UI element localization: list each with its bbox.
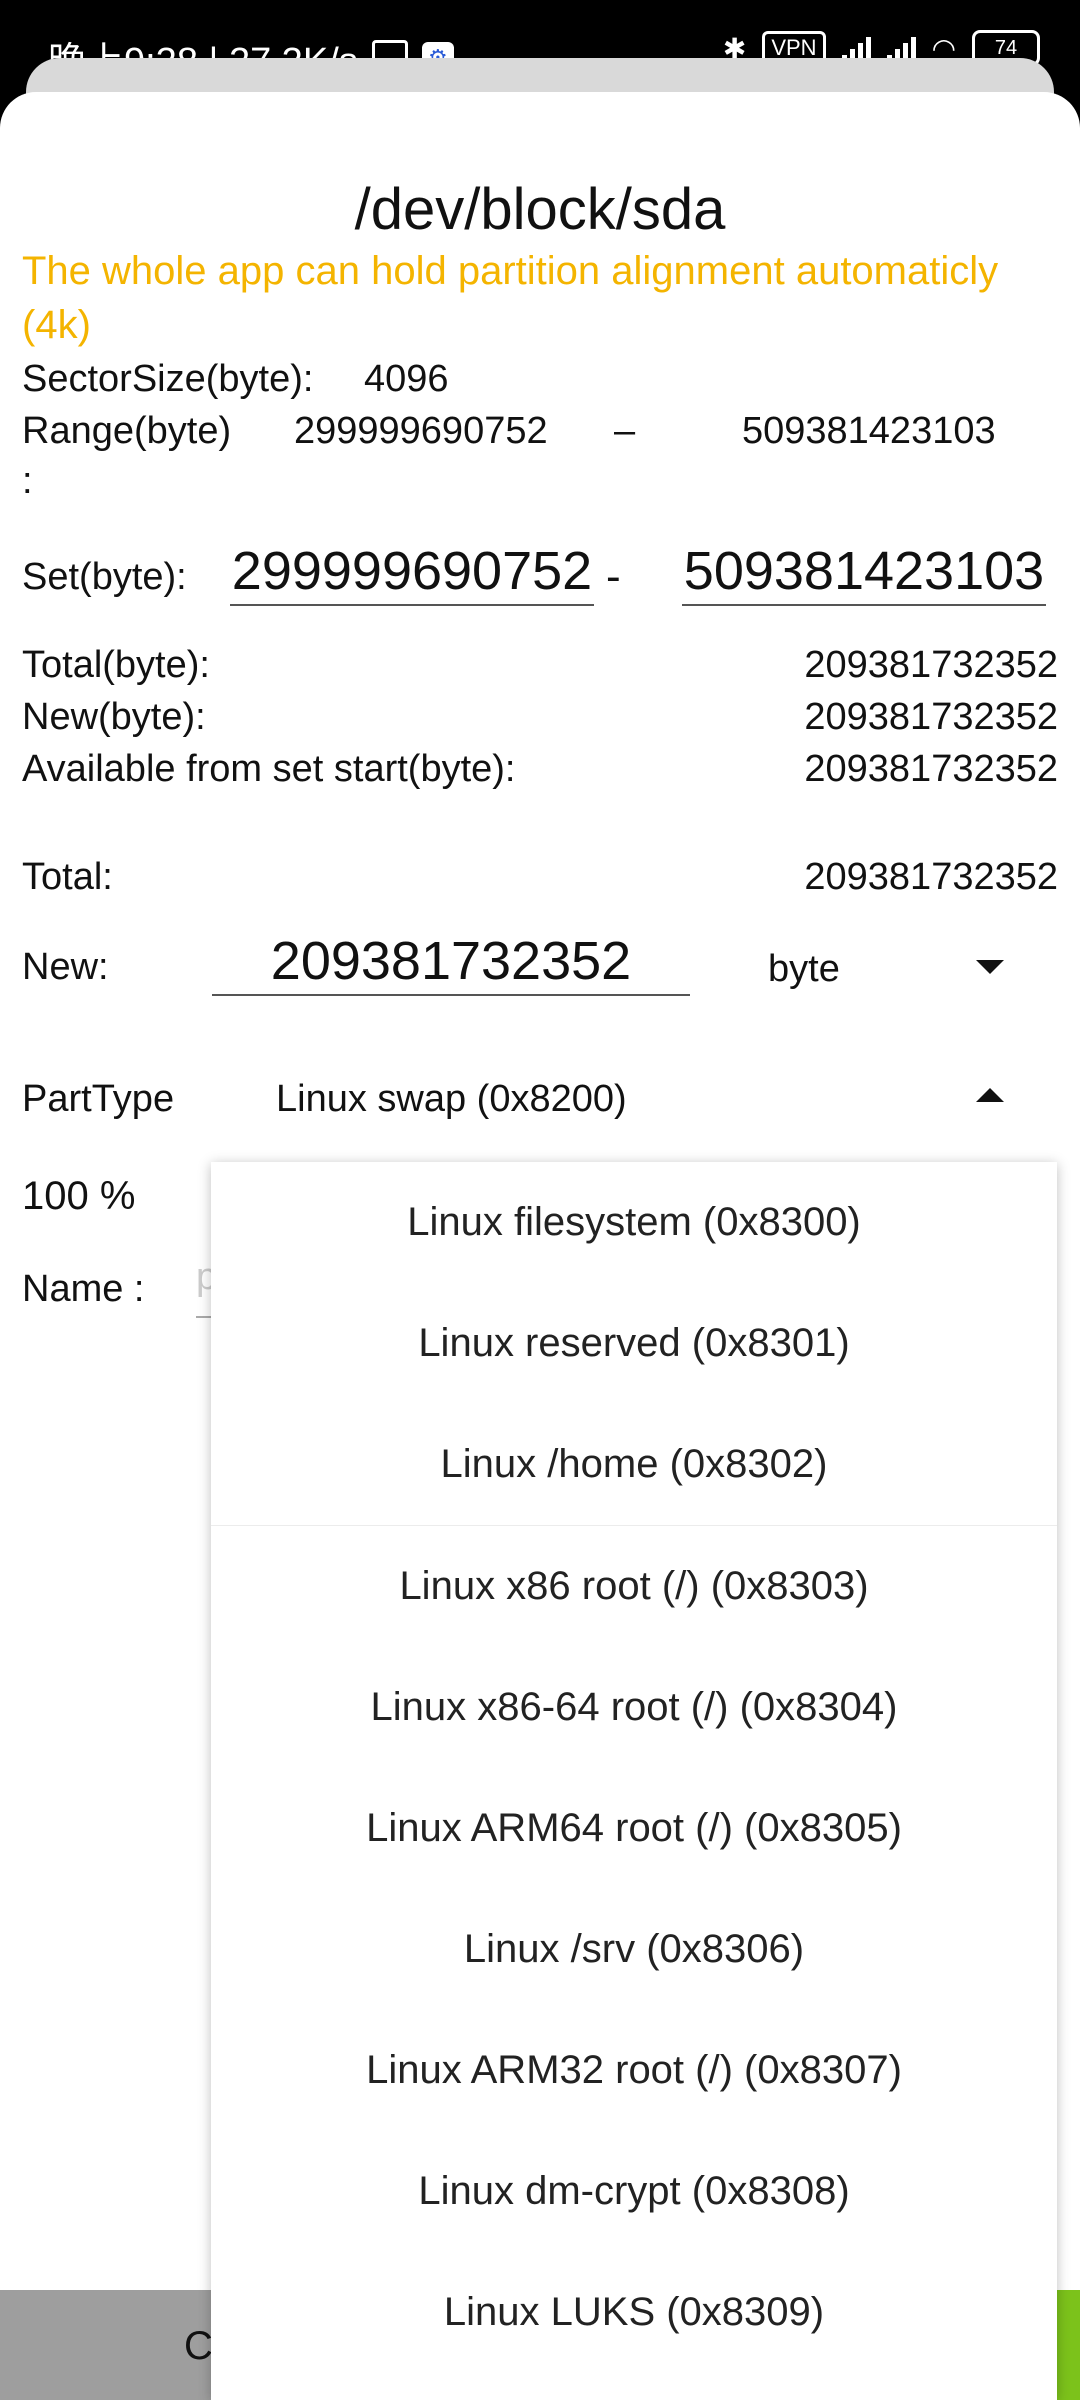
parttype-select[interactable]: Linux swap (0x8200): [260, 1060, 1030, 1136]
range-start: 299999690752: [294, 410, 548, 452]
parttype-selected: Linux swap (0x8200): [276, 1078, 627, 1120]
unit-selected: byte: [768, 948, 840, 990]
dropdown-option[interactable]: Linux ARM32 root (/) (0x8307): [211, 2010, 1057, 2131]
dropdown-option[interactable]: Linux LUKS (0x8309): [211, 2252, 1057, 2373]
unit-select[interactable]: byte: [740, 930, 1020, 1000]
dropdown-option[interactable]: Linux x86-64 root (/) (0x8304): [211, 1647, 1057, 1768]
total-value: 209381732352: [804, 856, 1058, 898]
total-byte-value: 209381732352: [804, 644, 1058, 686]
range-colon: :: [22, 460, 33, 502]
dropdown-option[interactable]: Linux /srv (0x8306): [211, 1889, 1057, 2010]
confirm-button-edge[interactable]: [1054, 2290, 1080, 2400]
sector-size-label: SectorSize(byte):: [22, 358, 314, 400]
new-label: New:: [22, 946, 109, 988]
sector-size-value: 4096: [364, 358, 449, 400]
dialog-title: /dev/block/sda: [354, 177, 726, 242]
chevron-down-icon: [976, 960, 1004, 974]
dropdown-option[interactable]: Linux ARM64 root (/) (0x8305): [211, 1768, 1057, 1889]
set-dash: -: [606, 552, 621, 601]
dropdown-option[interactable]: Linux filesystem (0x8300): [211, 1162, 1057, 1283]
cancel-button[interactable]: C: [184, 2324, 213, 2369]
total-byte-label: Total(byte):: [22, 644, 210, 686]
available-value: 209381732352: [804, 748, 1058, 790]
dropdown-option[interactable]: Linux dm-crypt (0x8308): [211, 2131, 1057, 2252]
parttype-dropdown: Linux filesystem (0x8300) Linux reserved…: [211, 1162, 1057, 2400]
parttype-label: PartType: [22, 1078, 175, 1120]
name-label: Name :: [22, 1268, 145, 1310]
range-dash: –: [614, 410, 636, 452]
set-start-input[interactable]: 299999690752: [230, 538, 594, 606]
available-label: Available from set start(byte):: [22, 748, 516, 790]
chevron-up-icon: [976, 1088, 1004, 1102]
set-label: Set(byte):: [22, 556, 187, 598]
alignment-warning: The whole app can hold partition alignme…: [22, 249, 999, 347]
new-byte-label: New(byte):: [22, 696, 206, 738]
new-size-input[interactable]: 209381732352: [212, 928, 690, 996]
range-end: 509381423103: [742, 410, 996, 452]
range-label: Range(byte): [22, 410, 232, 452]
dropdown-option[interactable]: Linux reserved (0x8301): [211, 1283, 1057, 1404]
dropdown-option[interactable]: Linux /home (0x8302): [211, 1404, 1057, 1525]
dropdown-option[interactable]: Linux x86 root (/) (0x8303): [211, 1526, 1057, 1647]
percent-label: 100 %: [22, 1174, 136, 1218]
total-label: Total:: [22, 856, 113, 898]
new-byte-value: 209381732352: [804, 696, 1058, 738]
set-end-input[interactable]: 509381423103: [682, 538, 1046, 606]
